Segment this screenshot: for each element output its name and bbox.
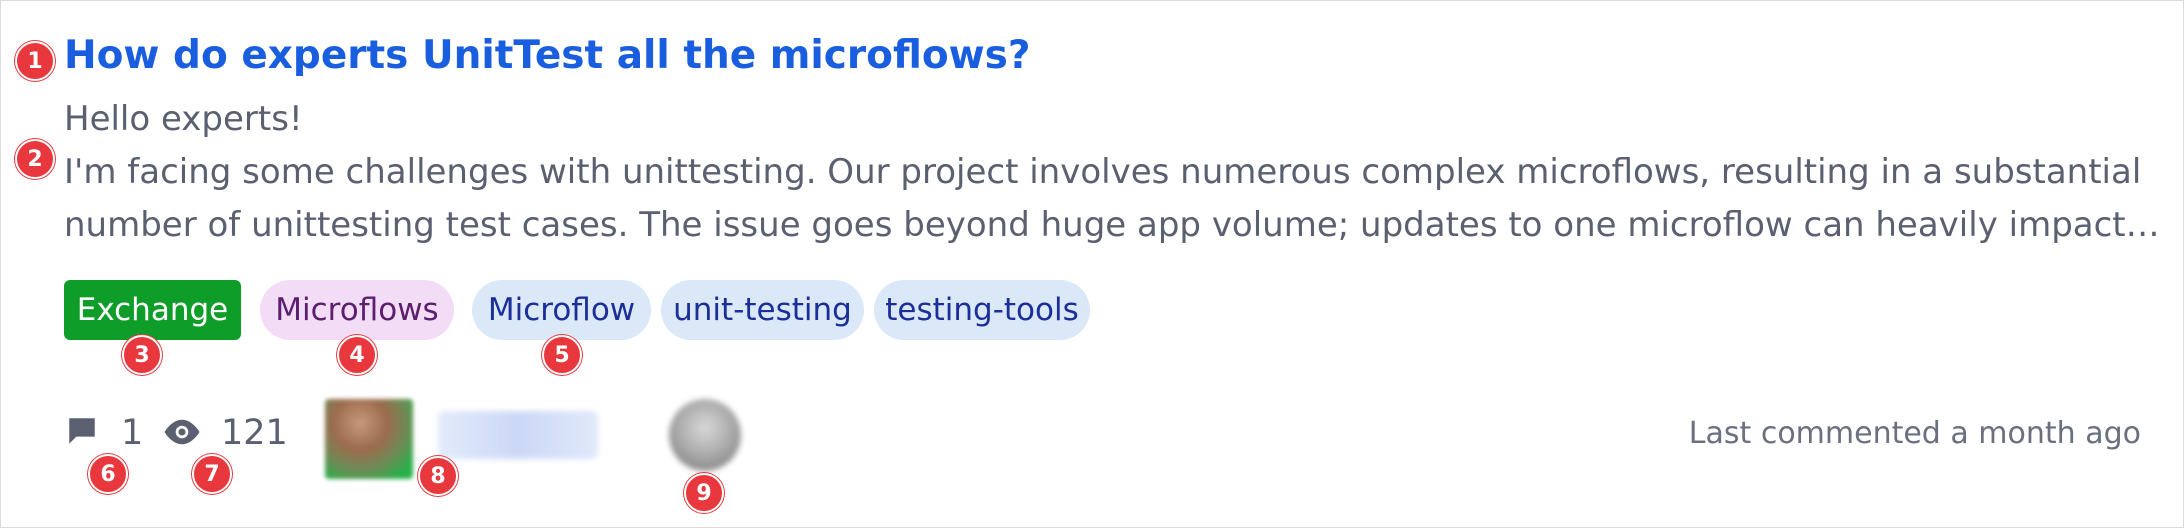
author-avatar[interactable] [325,399,413,479]
tag-testing-tools[interactable]: testing-tools [874,280,1090,340]
question-card: How do experts UnitTest all the microflo… [0,0,2184,528]
marker-8: 8 [418,456,458,496]
participant-avatar[interactable] [669,399,741,471]
tag-exchange[interactable]: Exchange [64,280,241,340]
marker-9: 9 [684,473,724,513]
comment-count: 1 [121,413,144,453]
marker-1: 1 [15,41,55,81]
excerpt-greeting: Hello experts! [64,99,303,139]
marker-4: 4 [337,335,377,375]
tag-microflows[interactable]: Microflows [260,280,454,340]
question-excerpt: Hello experts! I'm facing some challenge… [64,93,2160,252]
eye-icon [161,415,203,453]
tag-unit-testing[interactable]: unit-testing [661,280,864,340]
marker-6: 6 [88,454,128,494]
view-count: 121 [221,413,288,453]
marker-3: 3 [122,335,162,375]
marker-2: 2 [15,139,55,179]
author-name-link[interactable] [438,411,598,459]
comment-icon [65,414,99,452]
excerpt-line-2: number of unittesting test cases. The is… [64,205,2160,245]
tag-microflow[interactable]: Microflow [472,280,651,340]
question-title-link[interactable]: How do experts UnitTest all the microflo… [64,33,1031,78]
last-commented-text: Last commented a month ago [1688,416,2141,451]
marker-5: 5 [542,335,582,375]
excerpt-line-1: I'm facing some challenges with unittest… [64,152,2142,192]
marker-7: 7 [192,454,232,494]
